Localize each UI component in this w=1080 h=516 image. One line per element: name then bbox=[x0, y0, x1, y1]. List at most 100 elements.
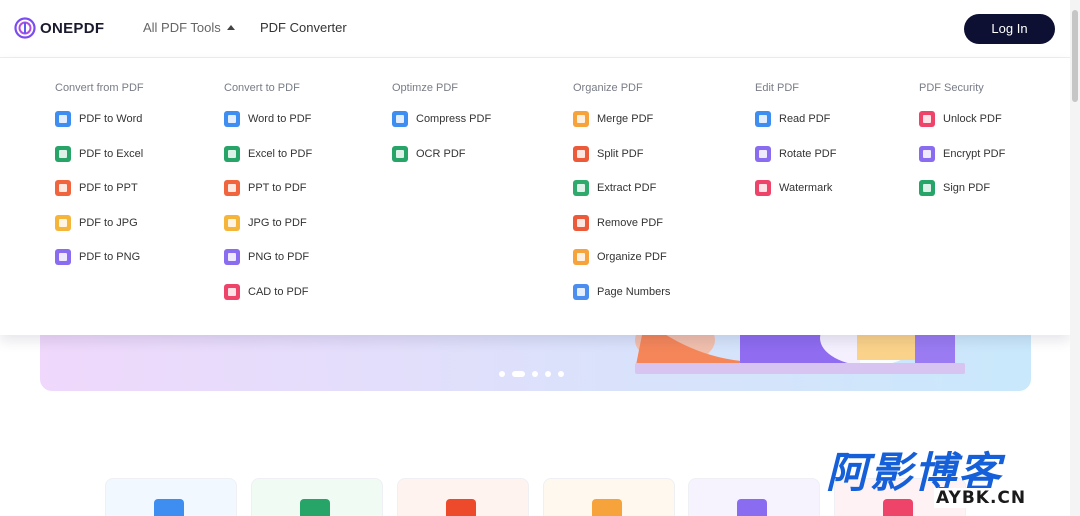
menu-item-label: OCR PDF bbox=[416, 148, 466, 160]
excel-file-icon bbox=[300, 499, 330, 516]
menu-column: Convert from PDF PDF to Word PDF to Excel P… bbox=[55, 82, 144, 265]
rotate-icon bbox=[755, 146, 771, 162]
scrollbar[interactable] bbox=[1070, 0, 1080, 516]
menu-item-label: Merge PDF bbox=[597, 113, 654, 125]
caret-up-icon bbox=[226, 25, 235, 30]
menu-column-title: Convert to PDF bbox=[224, 82, 300, 94]
site-watermark: 阿影博客 AYBK.CN bbox=[826, 450, 1062, 512]
menu-item[interactable]: PDF to PNG bbox=[55, 249, 140, 265]
menu-column: PDF Security Unlock PDF Encrypt PDF Sign PD… bbox=[919, 82, 1005, 196]
menu-item-label: Rotate PDF bbox=[779, 148, 837, 160]
scrollbar-thumb[interactable] bbox=[1072, 10, 1078, 102]
menu-item[interactable]: Watermark bbox=[755, 180, 832, 196]
menu-column: Edit PDF Read PDF Rotate PDF Watermark bbox=[755, 82, 836, 196]
nav-all-pdf-tools[interactable]: All PDF Tools bbox=[143, 20, 235, 35]
menu-item[interactable]: Encrypt PDF bbox=[919, 146, 1005, 162]
excel-file-icon bbox=[55, 146, 71, 162]
menu-item[interactable]: JPG to PDF bbox=[224, 215, 307, 231]
menu-item-label: Organize PDF bbox=[597, 251, 667, 263]
menu-item-label: PDF to PPT bbox=[79, 182, 138, 194]
menu-item[interactable]: PDF to Excel bbox=[55, 146, 143, 162]
word-file-icon bbox=[224, 111, 240, 127]
menu-item-label: Extract PDF bbox=[597, 182, 657, 194]
login-button[interactable]: Log In bbox=[964, 14, 1055, 44]
encrypt-icon bbox=[919, 146, 935, 162]
tool-card[interactable] bbox=[397, 478, 529, 516]
menu-item[interactable]: Read PDF bbox=[755, 111, 830, 127]
carousel-dot[interactable] bbox=[532, 371, 538, 377]
banner-shelf bbox=[635, 363, 965, 374]
menu-item[interactable]: Unlock PDF bbox=[919, 111, 1002, 127]
menu-item[interactable]: Page Numbers bbox=[573, 284, 670, 300]
menu-item[interactable]: Rotate PDF bbox=[755, 146, 836, 162]
menu-item-label: Split PDF bbox=[597, 148, 644, 160]
excel-file-icon bbox=[224, 146, 240, 162]
tool-card[interactable] bbox=[251, 478, 383, 516]
ppt-file-icon bbox=[224, 180, 240, 196]
brand-logo[interactable]: ONEPDF bbox=[14, 17, 104, 39]
tool-card[interactable] bbox=[688, 478, 820, 516]
png-file-icon bbox=[224, 249, 240, 265]
menu-item[interactable]: CAD to PDF bbox=[224, 284, 309, 300]
menu-item[interactable]: Sign PDF bbox=[919, 180, 990, 196]
watermark-icon bbox=[755, 180, 771, 196]
onepdf-logo-icon bbox=[14, 17, 36, 39]
menu-column: Convert to PDF Word to PDF Excel to PDF PPT… bbox=[224, 82, 312, 300]
menu-item[interactable]: Organize PDF bbox=[573, 249, 667, 265]
menu-item[interactable]: OCR PDF bbox=[392, 146, 466, 162]
menu-item-label: Sign PDF bbox=[943, 182, 991, 194]
menu-item-label: PDF to Word bbox=[79, 113, 143, 125]
ocr-icon bbox=[392, 146, 408, 162]
menu-column-title: PDF Security bbox=[919, 82, 984, 94]
brand-name: ONEPDF bbox=[40, 19, 105, 37]
tool-card[interactable] bbox=[543, 478, 675, 516]
menu-item[interactable]: Remove PDF bbox=[573, 215, 663, 231]
merge-icon bbox=[573, 111, 589, 127]
watermark-en-text: AYBK.CN bbox=[934, 488, 1029, 508]
menu-item[interactable]: PDF to PPT bbox=[55, 180, 138, 196]
site-header: ONEPDF All PDF Tools PDF Converter Log I… bbox=[0, 0, 1070, 58]
carousel-dot[interactable] bbox=[499, 371, 505, 377]
page-numbers-icon bbox=[573, 284, 589, 300]
menu-item-label: CAD to PDF bbox=[248, 286, 309, 298]
nav-pdf-converter[interactable]: PDF Converter bbox=[260, 20, 347, 35]
png-file-icon bbox=[55, 249, 71, 265]
word-file-icon bbox=[154, 499, 184, 516]
menu-item[interactable]: Compress PDF bbox=[392, 111, 491, 127]
jpg-file-icon bbox=[55, 215, 71, 231]
menu-column-title: Edit PDF bbox=[755, 82, 800, 94]
menu-item[interactable]: PPT to PDF bbox=[224, 180, 306, 196]
compress-icon bbox=[392, 111, 408, 127]
menu-column-title: Organize PDF bbox=[573, 82, 643, 94]
menu-item-label: PDF to JPG bbox=[79, 217, 138, 229]
menu-item-label: Watermark bbox=[779, 182, 833, 194]
menu-item-label: Page Numbers bbox=[597, 286, 671, 298]
menu-item-label: PDF to PNG bbox=[79, 251, 141, 263]
menu-item-label: Word to PDF bbox=[248, 113, 312, 125]
all-pdf-tools-menu: Convert from PDF PDF to Word PDF to Excel P… bbox=[0, 58, 1070, 335]
menu-item-label: Excel to PDF bbox=[248, 148, 313, 160]
menu-item[interactable]: Extract PDF bbox=[573, 180, 656, 196]
carousel-dots bbox=[499, 371, 564, 377]
menu-item[interactable]: Merge PDF bbox=[573, 111, 653, 127]
menu-item[interactable]: PDF to Word bbox=[55, 111, 142, 127]
menu-column-title: Optimze PDF bbox=[392, 82, 459, 94]
menu-item[interactable]: Word to PDF bbox=[224, 111, 311, 127]
carousel-dot[interactable] bbox=[545, 371, 551, 377]
tool-card[interactable] bbox=[105, 478, 237, 516]
menu-column: Organize PDF Merge PDF Split PDF Extract PD… bbox=[573, 82, 670, 300]
carousel-dot[interactable] bbox=[558, 371, 564, 377]
jpg-file-icon bbox=[592, 499, 622, 516]
carousel-dot-active[interactable] bbox=[512, 371, 525, 377]
menu-item[interactable]: Split PDF bbox=[573, 146, 643, 162]
jpg-file-icon bbox=[224, 215, 240, 231]
extract-icon bbox=[573, 180, 589, 196]
menu-item[interactable]: PNG to PDF bbox=[224, 249, 309, 265]
menu-item[interactable]: Excel to PDF bbox=[224, 146, 312, 162]
menu-item[interactable]: PDF to JPG bbox=[55, 215, 138, 231]
menu-item-label: Remove PDF bbox=[597, 217, 664, 229]
split-icon bbox=[573, 146, 589, 162]
ppt-file-icon bbox=[55, 180, 71, 196]
unlock-icon bbox=[919, 111, 935, 127]
cad-file-icon bbox=[224, 284, 240, 300]
